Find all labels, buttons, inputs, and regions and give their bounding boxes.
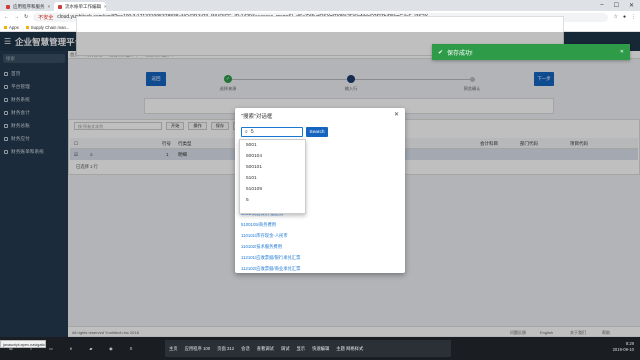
autocomplete-dropdown: 5001 500104 500101 5101 510109 5 — [239, 139, 306, 214]
tab-favicon-icon — [6, 4, 10, 9]
tab-close-icon[interactable]: × — [48, 4, 51, 9]
check-circle-icon: ✔ — [438, 49, 444, 56]
dev-toolbar-item[interactable]: 主页 — [169, 346, 178, 352]
excel-icon[interactable]: X — [124, 341, 138, 356]
clock-date: 2019-09-10 — [612, 347, 634, 352]
result-list: 5001/销售费用-运营费 5100105/商务费用 110101/库存现金-人… — [241, 208, 391, 274]
autocomplete-option[interactable]: 500104 — [240, 151, 305, 162]
back-icon[interactable]: ← — [4, 14, 9, 20]
bookmark[interactable]: Apps — [4, 25, 19, 30]
close-window-icon[interactable]: ✕ — [629, 2, 634, 9]
autocomplete-option[interactable]: 500101 — [240, 162, 305, 173]
toast-close-icon[interactable]: ✕ — [620, 49, 624, 55]
tab-label: 应用程序和服务 — [13, 3, 45, 9]
minimize-icon[interactable]: – — [600, 2, 603, 9]
forward-icon[interactable]: → — [14, 14, 19, 20]
reload-icon[interactable]: ↻ — [24, 14, 28, 20]
window-controls: – ☐ ✕ — [594, 2, 640, 11]
dev-toolbar-item[interactable]: 会话 — [241, 346, 250, 352]
result-link[interactable]: 110101/库存现金-人民币 — [241, 230, 391, 241]
dialog-search-input[interactable]: ⌕ 5 — [241, 127, 303, 137]
dev-toolbar-item[interactable]: 查看调试 — [257, 346, 274, 352]
result-link[interactable]: 112101/应收票据/银行承兑汇票 — [241, 252, 391, 263]
dev-toolbar-item[interactable]: 主题 网格样式 — [336, 346, 363, 352]
dev-toolbar-item[interactable]: 显示 — [297, 346, 306, 352]
autocomplete-option[interactable]: 510109 — [240, 184, 305, 195]
result-link[interactable]: 5100105/商务费用 — [241, 219, 391, 230]
chrome-icon[interactable]: ◉ — [104, 341, 118, 356]
apex-developer-toolbar: 主页 应用程序 100 页面 312 会话 查看调试 调试 显示 快速编辑 主题… — [165, 340, 451, 357]
profile-icon[interactable]: ● — [623, 14, 626, 20]
edge-icon[interactable]: e — [64, 341, 78, 356]
result-link[interactable]: 110102/技术服务费用 — [241, 241, 391, 252]
dialog-title: "搜索"对话框 — [241, 114, 273, 120]
dev-toolbar-item[interactable]: 应用程序 100 — [185, 346, 211, 352]
folder-icon[interactable]: ▰ — [84, 341, 98, 356]
star-icon[interactable]: ☆ — [613, 14, 617, 20]
search-icon: ⌕ — [245, 129, 248, 135]
dev-toolbar-item[interactable]: 快速编辑 — [312, 346, 329, 352]
task-view-icon[interactable]: ▭ — [44, 341, 58, 356]
dev-toolbar-item[interactable]: 页面 312 — [217, 346, 234, 352]
autocomplete-option[interactable]: 5001 — [240, 140, 305, 151]
dev-toolbar-item[interactable]: 调试 — [281, 346, 290, 352]
autocomplete-option[interactable]: 5 — [240, 195, 305, 206]
browser-tab-strip: 应用程序和服务 × 流水帐单工作编辑 × – ☐ ✕ — [0, 0, 640, 11]
insecure-label: 不安全 — [38, 14, 54, 21]
more-icon[interactable]: ⋮ — [631, 14, 636, 20]
dialog-search-button[interactable]: Search — [306, 127, 328, 137]
autocomplete-option[interactable]: 5101 — [240, 173, 305, 184]
status-url-tooltip: javascript:apex.navigation.dialog... — [0, 340, 46, 348]
success-toast: ✔ 保存成功! ✕ — [432, 44, 630, 60]
browser-tab-1[interactable]: 应用程序和服务 × — [2, 2, 54, 11]
system-clock[interactable]: 8:29 2019-09-10 — [613, 341, 634, 353]
tab-favicon-icon — [58, 4, 62, 9]
dialog-close-icon[interactable]: ✕ — [394, 111, 399, 118]
toast-message: 保存成功! — [447, 50, 473, 57]
tab-label: 流水帐单工作编辑 — [65, 3, 101, 9]
browser-tab-2[interactable]: 流水帐单工作编辑 × — [54, 2, 106, 11]
search-value: 5 — [250, 129, 254, 135]
maximize-icon[interactable]: ☐ — [614, 2, 619, 9]
tab-close-icon[interactable]: × — [104, 4, 106, 9]
result-link[interactable]: 112102/应收票据/商业承兑汇票 — [241, 263, 391, 274]
bookmark[interactable]: Supply Chain man... — [26, 25, 70, 30]
